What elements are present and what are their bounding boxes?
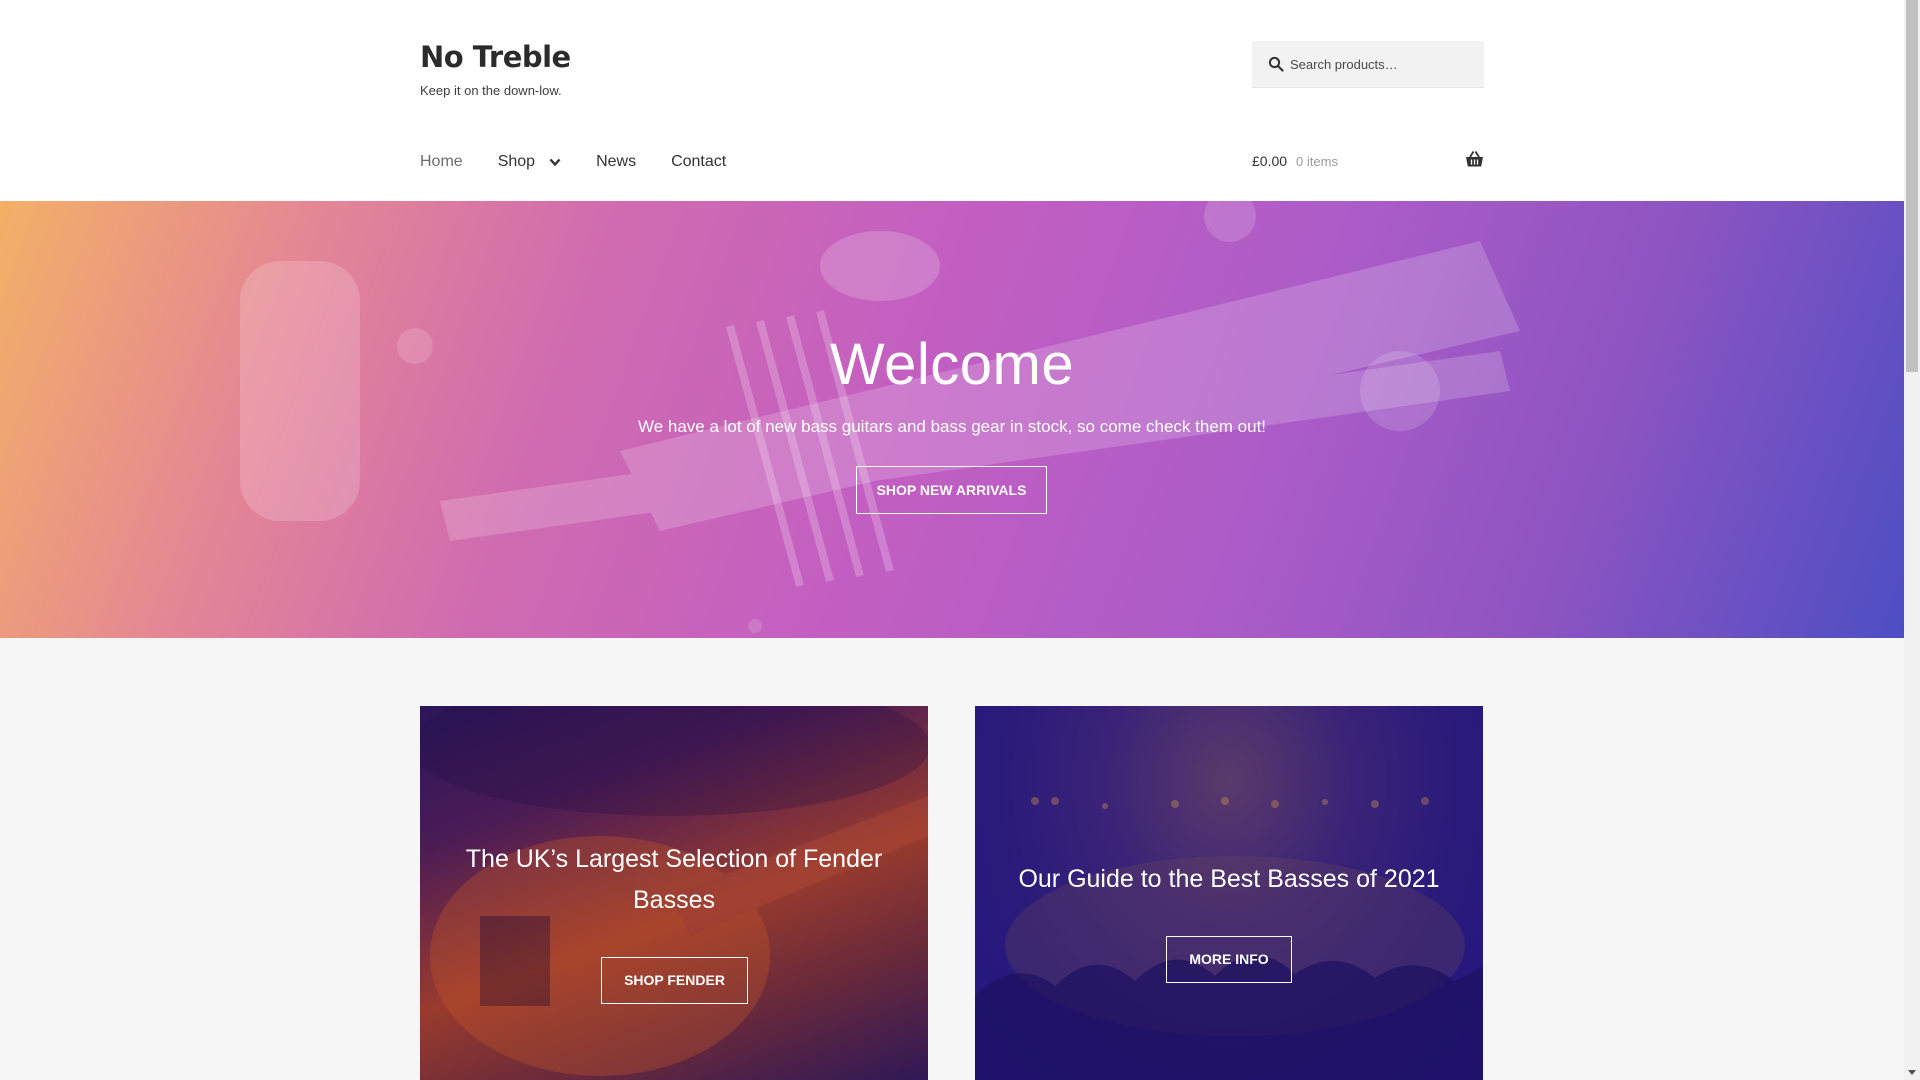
nav-item-news[interactable]: News [596, 153, 636, 171]
shop-new-arrivals-button[interactable]: SHOP NEW ARRIVALS [856, 466, 1047, 514]
more-info-button[interactable]: MORE INFO [1166, 936, 1292, 983]
basket-icon[interactable] [1465, 150, 1484, 169]
card-title-guide: Our Guide to the Best Basses of 2021 [1018, 865, 1440, 893]
promo-card-fender[interactable]: The UK’s Largest Selection of Fender Bas… [420, 706, 928, 1080]
site-title[interactable]: No Treble [420, 40, 571, 74]
nav-item-shop[interactable]: Shop [498, 153, 561, 171]
hero-title: Welcome [829, 332, 1075, 397]
nav-item-home[interactable]: Home [420, 153, 463, 171]
search-box[interactable] [1252, 41, 1484, 88]
hero-banner: Welcome We have a lot of new bass guitar… [0, 201, 1904, 638]
site-header: No Treble Keep it on the down-low. Home … [0, 0, 1904, 201]
primary-nav: Home Shop News Contact [420, 150, 761, 174]
cart-count: 0 items [1296, 153, 1338, 169]
hero-subtitle: We have a lot of new bass guitars and ba… [637, 417, 1267, 436]
site-tagline: Keep it on the down-low. [420, 83, 562, 98]
promo-card-guide[interactable]: Our Guide to the Best Basses of 2021 MOR… [975, 706, 1483, 1080]
nav-item-contact[interactable]: Contact [671, 153, 726, 171]
search-input[interactable] [1290, 41, 1480, 88]
cart-summary[interactable]: £0.00 0 items [1252, 153, 1338, 169]
search-icon [1268, 56, 1284, 72]
shop-fender-button[interactable]: SHOP FENDER [601, 957, 748, 1004]
card-title-fender: The UK’s Largest Selection of Fender Bas… [465, 845, 883, 914]
page: No Treble Keep it on the down-low. Home … [0, 0, 1904, 1080]
scrollbar-thumb[interactable] [1906, 0, 1918, 372]
chevron-down-icon[interactable] [549, 158, 561, 167]
nav-item-shop-label: Shop [497, 153, 536, 170]
scroll-down-arrow-icon[interactable] [1906, 1066, 1918, 1078]
cart-amount: £0.00 [1252, 153, 1288, 169]
